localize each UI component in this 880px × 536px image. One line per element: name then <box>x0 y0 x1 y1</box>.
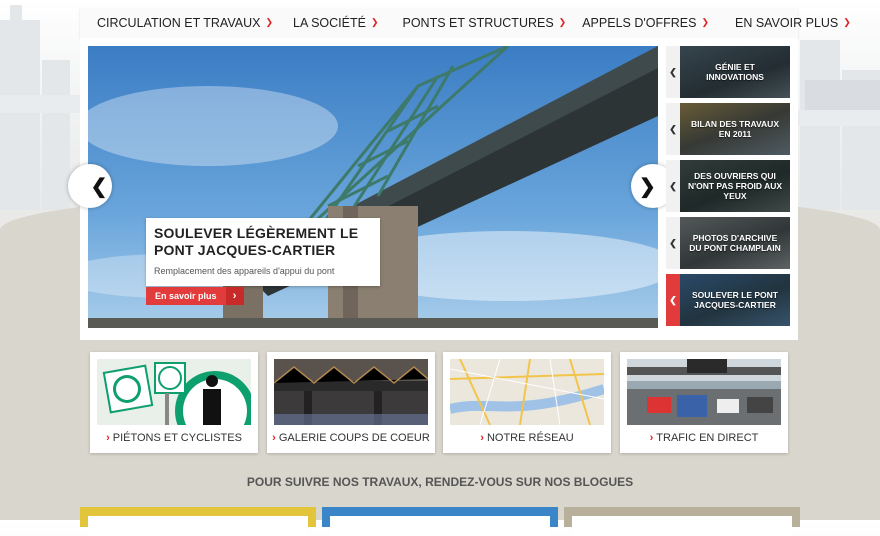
card-label: NOTRE RÉSEAU <box>486 432 574 444</box>
thumb-archive[interactable]: ❮ PHOTOS D'ARCHIVE DU PONT CHAMPLAIN <box>666 217 790 269</box>
nav-item-label: PONTS ET STRUCTURES <box>402 16 554 30</box>
card-reseau[interactable]: › NOTRE RÉSEAU <box>443 352 611 453</box>
thumb-ouvriers[interactable]: ❮ DES OUVRIERS QUI N'ONT PAS FROID AUX Y… <box>666 160 790 212</box>
thumb-image: BILAN DES TRAVAUX EN 2011 <box>680 103 790 155</box>
blog-card-inner <box>330 516 550 536</box>
slide-title: SOULEVER LÉGÈREMENT LE PONT JACQUES-CART… <box>154 225 359 258</box>
nav-item-appels[interactable]: APPELS D'OFFRES ❯ <box>574 8 717 38</box>
nav-item-label: EN SAVOIR PLUS <box>735 16 839 30</box>
chevron-down-icon: ❯ <box>265 16 273 27</box>
card-galerie[interactable]: › GALERIE COUPS DE COEUR <box>267 352 435 453</box>
nav-item-label: LA SOCIÉTÉ <box>293 16 366 30</box>
blog-card-2[interactable] <box>322 507 558 536</box>
read-more-button[interactable]: En savoir plus › <box>146 287 244 305</box>
traffic-photo <box>627 359 781 425</box>
thumb-label: SOULEVER LE PONT JACQUES-CARTIER <box>692 290 778 310</box>
blog-card-inner <box>88 516 308 536</box>
chevron-right-icon: ❯ <box>639 175 656 198</box>
card-label-wrap: › GALERIE COUPS DE COEUR <box>267 432 435 444</box>
chevron-down-icon: ❯ <box>701 16 709 27</box>
card-label-wrap: › NOTRE RÉSEAU <box>443 432 611 444</box>
chevron-right-icon: › <box>649 432 654 444</box>
thumb-genie[interactable]: ❮ GÉNIE ET INNOVATIONS <box>666 46 790 98</box>
chevron-left-icon: ❮ <box>666 160 680 212</box>
read-more-label: En savoir plus <box>146 287 226 305</box>
slide-subtitle: Remplacement des appareils d'appui du po… <box>154 266 335 276</box>
nav-item-societe[interactable]: LA SOCIÉTÉ ❯ <box>285 8 387 38</box>
nav-item-savoir[interactable]: EN SAVOIR PLUS ❯ <box>727 8 859 38</box>
card-label-wrap: › TRAFIC EN DIRECT <box>620 432 788 444</box>
thumb-jacques-cartier[interactable]: ❮ SOULEVER LE PONT JACQUES-CARTIER <box>666 274 790 326</box>
hero-slide: SOULEVER LÉGÈREMENT LE PONT JACQUES-CART… <box>88 46 658 328</box>
nav-item-ponts[interactable]: PONTS ET STRUCTURES ❯ <box>395 8 575 38</box>
card-label-wrap: › PIÉTONS ET CYCLISTES <box>90 432 258 444</box>
thumb-label: PHOTOS D'ARCHIVE DU PONT CHAMPLAIN <box>689 233 781 253</box>
thumb-label: DES OUVRIERS QUI N'ONT PAS FROID AUX YEU… <box>687 171 783 201</box>
card-label: GALERIE COUPS DE COEUR <box>278 432 430 444</box>
bridge-night-photo <box>274 359 428 425</box>
thumb-label: GÉNIE ET INNOVATIONS <box>706 62 764 82</box>
chevron-right-icon: › <box>225 287 244 305</box>
thumb-image: DES OUVRIERS QUI N'ONT PAS FROID AUX YEU… <box>680 160 790 212</box>
card-trafic[interactable]: › TRAFIC EN DIRECT <box>620 352 788 453</box>
card-label: PIÉTONS ET CYCLISTES <box>112 432 242 444</box>
nav-item-label: CIRCULATION ET TRAVAUX <box>97 16 261 30</box>
chevron-left-icon: ❮ <box>90 175 108 198</box>
blog-card-1[interactable] <box>80 507 316 536</box>
chevron-left-icon: ❮ <box>666 274 680 326</box>
chevron-left-icon: ❮ <box>666 103 680 155</box>
card-pietons[interactable]: › PIÉTONS ET CYCLISTES <box>90 352 258 453</box>
card-label: TRAFIC EN DIRECT <box>656 432 759 444</box>
thumb-image: PHOTOS D'ARCHIVE DU PONT CHAMPLAIN <box>680 217 790 269</box>
chevron-left-icon: ❮ <box>666 46 680 98</box>
chevron-left-icon: ❮ <box>666 217 680 269</box>
slide-caption: SOULEVER LÉGÈREMENT LE PONT JACQUES-CART… <box>146 218 380 286</box>
chevron-down-icon: ❯ <box>558 16 567 27</box>
nav-item-label: APPELS D'OFFRES <box>582 16 697 30</box>
pedestrian-cyclist-illustration <box>97 359 251 425</box>
slider-prev-button[interactable]: ❮ <box>68 164 112 208</box>
nav-item-circulation[interactable]: CIRCULATION ET TRAVAUX ❯ <box>80 8 281 38</box>
slider-panel: SOULEVER LÉGÈREMENT LE PONT JACQUES-CART… <box>68 38 798 340</box>
chevron-right-icon: › <box>106 432 110 444</box>
blog-card-inner <box>572 516 792 536</box>
road-map-image <box>450 359 604 425</box>
thumb-label: BILAN DES TRAVAUX EN 2011 <box>691 119 779 139</box>
blogs-heading: POUR SUIVRE NOS TRAVAUX, RENDEZ-VOUS SUR… <box>246 475 634 489</box>
thumb-image: GÉNIE ET INNOVATIONS <box>680 46 790 98</box>
main-nav: CIRCULATION ET TRAVAUX ❯ LA SOCIÉTÉ ❯ PO… <box>80 8 851 38</box>
chevron-right-icon: › <box>272 432 276 444</box>
blog-card-3[interactable] <box>564 507 800 536</box>
chevron-down-icon: ❯ <box>843 16 851 27</box>
slide-thumbnails: ❮ GÉNIE ET INNOVATIONS ❮ BILAN DES TRAVA… <box>666 46 790 331</box>
thumb-bilan[interactable]: ❮ BILAN DES TRAVAUX EN 2011 <box>666 103 790 155</box>
chevron-right-icon: › <box>480 432 484 444</box>
chevron-down-icon: ❯ <box>370 16 379 27</box>
thumb-image: SOULEVER LE PONT JACQUES-CARTIER <box>680 274 790 326</box>
